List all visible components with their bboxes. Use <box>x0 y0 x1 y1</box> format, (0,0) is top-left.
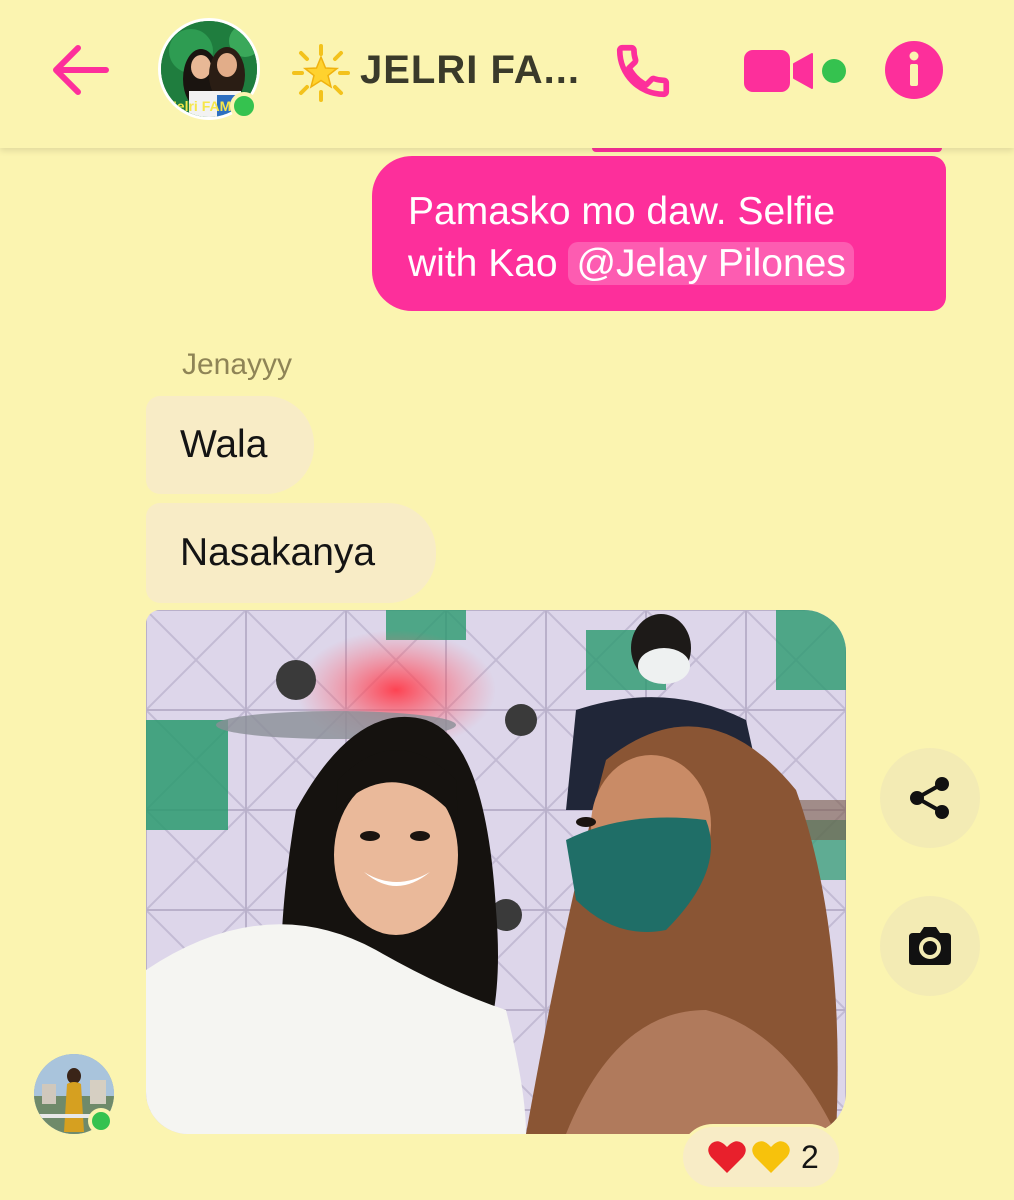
reaction-count: 2 <box>801 1138 819 1175</box>
phone-icon <box>616 44 670 98</box>
camera-icon <box>909 927 951 965</box>
camera-button[interactable] <box>880 896 980 996</box>
chat-header: Jelri FAMILY JELRI FA... <box>0 0 1014 148</box>
incoming-message-bubble[interactable]: Wala <box>146 396 314 494</box>
info-button[interactable] <box>884 40 944 100</box>
online-status-indicator <box>88 1108 114 1134</box>
share-icon <box>910 777 949 819</box>
outgoing-message-bubble[interactable]: Pamasko mo daw. Selfie with Kao @Jelay P… <box>372 156 946 311</box>
video-call-button[interactable] <box>742 46 814 96</box>
chat-title[interactable]: JELRI FA... <box>360 48 580 93</box>
yellow-heart-icon <box>752 1141 790 1173</box>
message-text: Wala <box>180 423 268 466</box>
video-camera-icon <box>744 50 813 92</box>
selfie-photo <box>146 610 846 1134</box>
online-status-indicator <box>230 92 258 120</box>
arrow-left-icon <box>53 45 109 95</box>
info-icon <box>885 41 943 99</box>
reactions-badge[interactable]: 2 <box>680 1124 842 1190</box>
share-button[interactable] <box>880 748 980 848</box>
red-heart-icon <box>708 1141 746 1173</box>
sender-name: Jenayyy <box>182 348 293 381</box>
active-call-indicator <box>822 59 846 83</box>
incoming-message-bubble[interactable]: Nasakanya <box>146 503 436 603</box>
mention-link[interactable]: @Jelay Pilones <box>568 242 854 285</box>
back-button[interactable] <box>48 42 110 98</box>
message-text: Nasakanya <box>180 531 376 574</box>
star-icon <box>292 44 350 102</box>
voice-call-button[interactable] <box>612 40 674 102</box>
photo-message[interactable] <box>146 610 846 1134</box>
